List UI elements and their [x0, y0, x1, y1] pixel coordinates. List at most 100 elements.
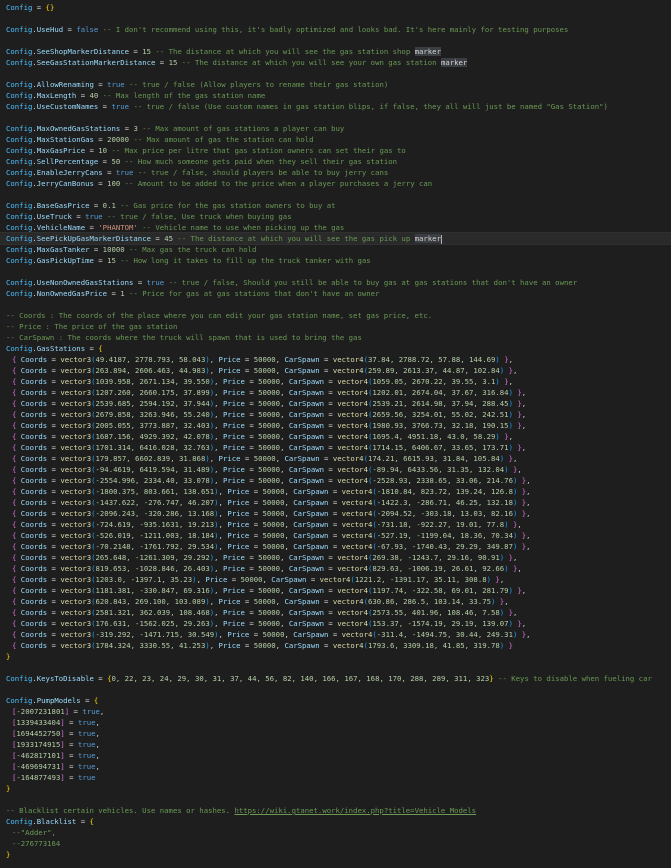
code-line[interactable]: { Coords = vector3(-70.2148, -1761.792, … [0, 541, 671, 552]
code-line[interactable]: Config.UseNonOwnedGasStations = true -- … [0, 277, 671, 288]
code-token: = [47, 553, 61, 562]
code-line[interactable]: { Coords = vector3(1181.381, -330.847, 6… [0, 585, 671, 596]
code-token: vector4 [332, 454, 364, 463]
code-line[interactable]: { Coords = vector3(819.653, -1028.846, 2… [0, 563, 671, 574]
code-token: -2528.93, 2338.65, 33.06, 214.76 [372, 476, 513, 485]
code-line[interactable]: Config.UseCustomNames = true -- true / f… [0, 101, 671, 112]
code-line[interactable]: Config.SeeGasStationMarkerDistance = 15 … [0, 57, 671, 68]
code-line[interactable]: Config.SellPercentage = 50 -- How much s… [0, 156, 671, 167]
code-line[interactable]: { Coords = vector3(-2554.996, 2334.40, 3… [0, 475, 671, 486]
code-line[interactable]: Config.GasPickUpTime = 15 -- How long it… [0, 255, 671, 266]
code-line[interactable]: -- Coords : The coords of the place wher… [0, 310, 671, 321]
code-line[interactable]: } [0, 783, 671, 794]
code-token: Price [222, 465, 245, 474]
code-token: , [95, 740, 100, 749]
code-line[interactable]: } [0, 849, 671, 860]
code-line[interactable]: [-462817101] = true, [0, 750, 671, 761]
code-line[interactable]: -- CarSpawn : The coords where the truck… [0, 332, 671, 343]
code-line[interactable] [0, 112, 671, 123]
code-line[interactable]: { Coords = vector3(2539.685, 2594.192, 3… [0, 398, 671, 409]
code-line[interactable]: [-469694731] = true, [0, 761, 671, 772]
code-line[interactable]: -- Blacklist certain vehicles. Use names… [0, 805, 671, 816]
code-line[interactable]: { Coords = vector3(49.4187, 2778.793, 58… [0, 354, 671, 365]
code-line[interactable]: { Coords = vector3(-2096.243, -320.286, … [0, 508, 671, 519]
code-line[interactable]: [1339433404] = true, [0, 717, 671, 728]
code-line[interactable]: [-164877493] = true [0, 772, 671, 783]
code-line[interactable] [0, 189, 671, 200]
code-token: -- Max amount of gas stations a player c… [137, 124, 345, 133]
code-line[interactable]: { Coords = vector3(2581.321, 362.039, 10… [0, 607, 671, 618]
code-token: , [284, 542, 294, 551]
code-line[interactable] [0, 68, 671, 79]
code-line[interactable]: -- Price : The price of the gas station [0, 321, 671, 332]
code-line[interactable]: [-2007231801] = true, [0, 706, 671, 717]
code-line[interactable]: { Coords = vector3(1207.260, 2660.175, 3… [0, 387, 671, 398]
code-token: vector3 [60, 542, 92, 551]
code-line[interactable] [0, 266, 671, 277]
code-line[interactable] [0, 684, 671, 695]
code-line[interactable] [0, 662, 671, 673]
code-line[interactable]: { Coords = vector3(1687.156, 4929.392, 4… [0, 431, 671, 442]
code-token: = [64, 740, 78, 749]
code-line[interactable]: --276773164 [0, 838, 671, 849]
code-line[interactable]: { Coords = vector3(1701.314, 6416.028, 3… [0, 442, 671, 453]
code-line[interactable]: Config.NonOwnedGasPrice = 1 -- Price for… [0, 288, 671, 299]
code-line[interactable]: Config.MaxLength = 40 -- Max length of t… [0, 90, 671, 101]
code-line[interactable]: Config.MaxGasPrice = 10 -- Max price per… [0, 145, 671, 156]
code-line[interactable]: Config.KeysToDisable = {0, 22, 23, 24, 2… [0, 673, 671, 684]
code-line[interactable]: Config.BaseGasPrice = 0.1 -- Gas price f… [0, 200, 671, 211]
code-line[interactable]: Config.JerryCanBonus = 100 -- Amount to … [0, 178, 671, 189]
code-line[interactable]: { Coords = vector3(-526.019, -1211.003, … [0, 530, 671, 541]
code-line[interactable] [0, 794, 671, 805]
code-line[interactable]: Config.PumpModels = { [0, 695, 671, 706]
code-line[interactable]: Config.Blacklist = { [0, 816, 671, 827]
code-line[interactable]: { Coords = vector3(1203.0, -1397.1, 35.2… [0, 574, 671, 585]
code-editor[interactable]: Config = {} Config.UseHud = false -- I d… [0, 0, 671, 868]
code-line[interactable]: Config.AllowRenaming = true -- true / fa… [0, 79, 671, 90]
code-token: vector4 [337, 564, 368, 573]
code-token: 630.86, 286.5, 103.14, 33.75 [367, 597, 491, 606]
code-line[interactable]: Config.SeeShopMarkerDistance = 15 -- The… [0, 46, 671, 57]
code-token: 50000 [258, 564, 281, 573]
code-line[interactable]: Config.MaxStationGas = 20000 -- Max amou… [0, 134, 671, 145]
code-line[interactable]: { Coords = vector3(-724.619, -935.1631, … [0, 519, 671, 530]
code-line[interactable]: { Coords = vector3(-319.292, -1471.715, … [0, 629, 671, 640]
code-line[interactable]: Config.EnableJerryCans = true -- true / … [0, 167, 671, 178]
code-line[interactable]: Config.MaxGasTanker = 10000 -- Max gas t… [0, 244, 671, 255]
code-line[interactable]: { Coords = vector3(2679.858, 3263.946, 5… [0, 409, 671, 420]
code-line[interactable] [0, 299, 671, 310]
code-line[interactable] [0, 13, 671, 24]
code-line[interactable]: { Coords = vector3(263.894, 2606.463, 44… [0, 365, 671, 376]
code-token: vector3 [60, 498, 92, 507]
code-line[interactable]: { Coords = vector3(176.631, -1562.025, 2… [0, 618, 671, 629]
code-token: vector4 [337, 619, 368, 628]
code-line[interactable]: { Coords = vector3(2005.055, 3773.887, 3… [0, 420, 671, 431]
code-line[interactable]: { Coords = vector3(-1437.622, -276.747, … [0, 497, 671, 508]
code-line[interactable]: { Coords = vector3(265.648, -1261.309, 2… [0, 552, 671, 563]
code-line[interactable]: { Coords = vector3(1784.324, 3330.55, 41… [0, 640, 671, 651]
code-line[interactable]: { Coords = vector3(-1800.375, 803.661, 1… [0, 486, 671, 497]
code-line[interactable]: Config.GasStations = { [0, 343, 671, 354]
code-line[interactable]: { Coords = vector3(179.857, 6602.839, 31… [0, 453, 671, 464]
code-token: true [115, 168, 134, 177]
code-line[interactable]: Config.VehicleName = 'PHANTOM' -- Vehicl… [0, 222, 671, 233]
code-line[interactable]: { Coords = vector3(1039.958, 2671.134, 3… [0, 376, 671, 387]
code-line[interactable]: Config.SeePickUpGasMarkerDistance = 45 -… [0, 232, 671, 245]
code-line[interactable]: Config.UseHud = false -- I don't recomme… [0, 24, 671, 35]
code-line[interactable]: Config.UseTruck = true -- true / false, … [0, 211, 671, 222]
code-token: = [324, 388, 338, 397]
code-line[interactable]: } [0, 651, 671, 662]
code-token: -- true / false (Allow players to rename… [124, 80, 389, 89]
code-line[interactable]: --"Adder", [0, 827, 671, 838]
code-token: = [85, 146, 99, 155]
code-line[interactable]: Config.MaxOwnedGasStations = 3 -- Max am… [0, 123, 671, 134]
code-line[interactable] [0, 35, 671, 46]
code-line[interactable]: [1933174915] = true, [0, 739, 671, 750]
code-token: } [517, 630, 527, 639]
code-token: = [93, 674, 108, 683]
code-line[interactable]: { Coords = vector3(620.843, 269.100, 103… [0, 596, 671, 607]
code-line[interactable]: Config = {} [0, 2, 671, 13]
code-line[interactable]: { Coords = vector3(-94.4619, 6419.594, 3… [0, 464, 671, 475]
code-line[interactable]: [1694452750] = true, [0, 728, 671, 739]
code-token: Price [227, 498, 250, 507]
